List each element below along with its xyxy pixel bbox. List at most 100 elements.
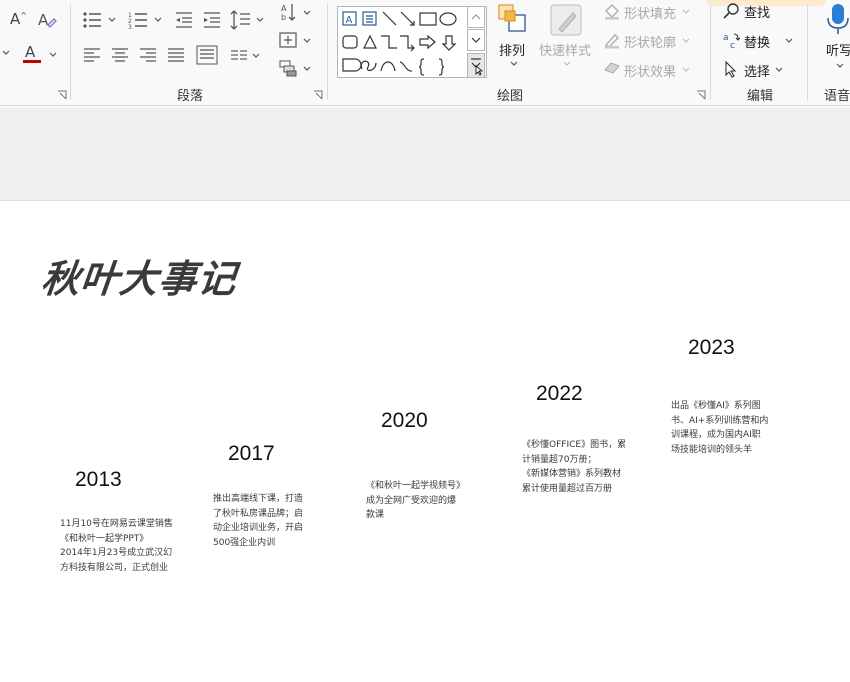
milestone-year-2023[interactable]: 2023 [688,336,735,360]
distributed-icon[interactable] [196,45,218,65]
chevron-down-icon[interactable] [303,66,311,72]
group-separator [807,4,808,100]
svg-text:A: A [25,43,36,61]
chevron-down-icon[interactable] [252,53,260,59]
chevron-down-icon[interactable] [682,38,690,44]
bullets-icon[interactable] [82,10,104,30]
dictate-button[interactable]: 听写 [826,40,850,59]
desc-line: 500强企业内训 [213,537,276,548]
svg-text:c: c [730,41,735,49]
milestone-desc-2022[interactable]: 《秒懂OFFICE》图书，累 计销量超70万册； 《新媒体营销》系列教材 累计使… [522,438,637,496]
shape-effects-icon [603,60,621,76]
desc-line: 《秒懂OFFICE》图书，累 [522,440,627,450]
numbering-icon[interactable]: 123 [128,10,150,30]
svg-text:A: A [38,11,49,29]
cursor-icon [723,60,739,78]
desc-line: 成为全网广受欢迎的爆 [366,495,457,506]
svg-text:a: a [723,33,729,43]
desc-line: 出品《秒懂AI》系列图 [671,401,761,411]
slide-canvas[interactable]: 秋叶大事记 2013 11月10号在网易云课堂销售 《和秋叶一起学PPT》 20… [0,202,850,682]
milestone-year-2022[interactable]: 2022 [536,382,583,406]
justify-icon[interactable] [166,46,186,64]
smartart-icon[interactable] [278,58,298,78]
chevron-down-icon[interactable] [836,63,844,69]
desc-line: 训课程，成为国内AI职 [671,430,761,440]
chevron-down-icon[interactable] [49,52,57,58]
desc-line: 《和秋叶一起学视频号》 [366,481,466,491]
chevron-down-icon[interactable] [775,67,783,73]
chevron-down-icon[interactable] [785,38,793,44]
group-label-voice: 语音 [824,89,850,104]
milestone-year-2013[interactable]: 2013 [75,468,122,492]
desc-line: 场技能培训的领头羊 [671,444,753,455]
shape-outline-button[interactable]: 形状轮廓 [624,32,676,51]
desc-line: 了秋叶私房课品牌；启 [213,508,304,519]
group-label-paragraph: 段落 [176,89,203,104]
decrease-indent-icon[interactable] [174,10,194,30]
quick-styles-button[interactable]: 快速样式 [539,40,591,59]
dialog-launcher-icon[interactable] [313,90,323,100]
gallery-scroll-down-button[interactable] [467,29,485,51]
text-direction-icon[interactable]: Ab [280,2,300,24]
align-left-icon[interactable] [82,46,102,64]
gallery-scroll-up-button[interactable] [467,6,485,28]
font-color-button[interactable]: A [20,42,44,66]
desc-line: 2014年1月23号成立武汉幻 [60,548,173,558]
select-button[interactable]: 选择 [744,61,770,80]
dialog-launcher-icon[interactable] [57,90,67,100]
chevron-down-icon[interactable] [510,61,518,67]
chevron-down-icon[interactable] [303,38,311,44]
group-separator [70,4,71,100]
find-button[interactable]: 查找 [744,2,770,21]
microphone-icon [826,2,850,36]
font-size-increase-button[interactable]: A^ [10,10,27,28]
quick-styles-icon [549,2,585,38]
group-label-editing: 编辑 [746,89,773,104]
milestone-desc-2020[interactable]: 《和秋叶一起学视频号》 成为全网广受欢迎的爆 款课 [366,479,478,523]
pen-outline-icon [603,31,621,49]
chevron-down-icon[interactable] [682,9,690,15]
clear-format-icon[interactable]: A [36,9,58,31]
milestone-year-2020[interactable]: 2020 [381,409,428,433]
increase-indent-icon[interactable] [202,10,222,30]
svg-text:3: 3 [128,24,132,30]
align-right-icon[interactable] [138,46,158,64]
svg-text:b: b [281,13,286,22]
milestone-desc-2023[interactable]: 出品《秒懂AI》系列图 书、AI+系列训练营和内 训课程，成为国内AI职 场技能… [671,399,781,457]
chevron-down-icon[interactable] [2,50,10,56]
chevron-down-icon[interactable] [563,61,571,67]
milestone-desc-2017[interactable]: 推出高端线下课，打造 了秋叶私房课品牌；启 动企业培训业务，开启 500强企业内… [213,492,318,550]
slide-title[interactable]: 秋叶大事记 [39,248,240,303]
desc-line: 计销量超70万册； [522,454,597,465]
align-text-icon[interactable] [278,30,298,50]
shape-effects-button[interactable]: 形状效果 [624,61,676,80]
columns-icon[interactable] [230,48,248,64]
arrange-icon[interactable] [497,3,529,37]
replace-button[interactable]: 替换 [744,32,770,51]
group-label-drawing: 绘图 [496,89,523,104]
shapes-gallery[interactable]: A [337,6,487,78]
chevron-down-icon[interactable] [303,10,311,16]
desc-line: 书、AI+系列训练营和内 [671,415,769,426]
milestone-year-2017[interactable]: 2017 [228,442,275,466]
desc-line: 《和秋叶一起学PPT》 [60,533,149,544]
desc-line: 款课 [366,510,385,520]
chevron-down-icon[interactable] [256,17,264,23]
group-separator [710,4,711,100]
dialog-launcher-icon[interactable] [696,90,706,100]
gallery-more-button[interactable] [467,53,485,78]
line-spacing-icon[interactable] [230,9,252,31]
ribbon: A^ A A 123 Ab 段落 A 排列 快速样式 形状填充 形状轮廓 形状效… [0,0,850,106]
chevron-down-icon[interactable] [154,17,162,23]
chevron-down-icon[interactable] [108,17,116,23]
align-center-icon[interactable] [110,46,130,64]
svg-text:A: A [346,15,353,26]
shape-fill-button[interactable]: 形状填充 [624,3,676,22]
chevron-down-icon[interactable] [682,67,690,73]
svg-text:A: A [281,4,287,13]
arrange-button[interactable]: 排列 [499,40,525,59]
desc-line: 11月10号在网易云课堂销售 [60,519,173,529]
milestone-desc-2013[interactable]: 11月10号在网易云课堂销售 《和秋叶一起学PPT》 2014年1月23号成立武… [60,517,182,575]
desc-line: 方科技有限公司，正式创业 [60,562,169,573]
group-separator [327,4,328,100]
